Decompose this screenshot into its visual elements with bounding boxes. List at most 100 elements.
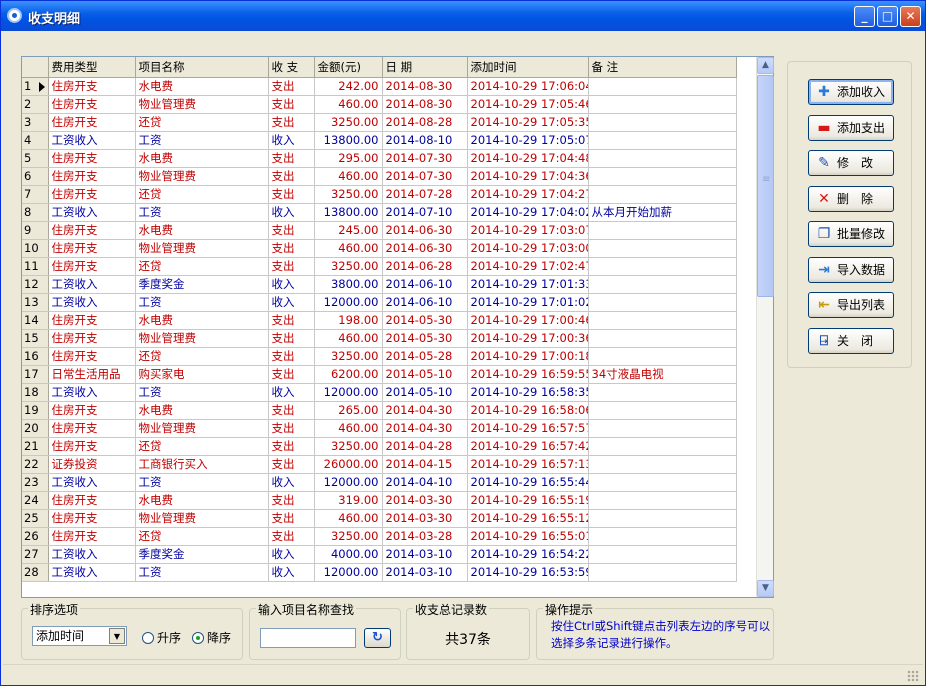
row-number[interactable]: 25 [22,509,49,528]
search-button[interactable]: ↻ [364,628,391,648]
cell-direction: 支出 [268,491,315,510]
cell-item: 水电费 [135,77,269,96]
row-number[interactable]: 16 [22,347,49,366]
row-number[interactable]: 10 [22,239,49,258]
row-number[interactable]: 7 [22,185,49,204]
title-bar[interactable]: 收支明细 _ □ ✕ [1,1,925,31]
table-row[interactable]: 20 住房开支 物业管理费 支出 460.00 2014-04-30 2014-10-29 … [22,419,737,438]
table-row[interactable]: 7 住房开支 还贷 支出 3250.00 2014-07-28 2014-10-29 17:… [22,185,737,204]
cell-direction: 收入 [268,275,315,294]
table-row[interactable]: 19 住房开支 水电费 支出 265.00 2014-04-30 2014-10-29 16… [22,401,737,420]
column-header[interactable]: 金额(元) [314,57,383,78]
table-row[interactable]: 2 住房开支 物业管理费 支出 460.00 2014-08-30 2014-10-29 1… [22,95,737,114]
row-number[interactable]: 13 [22,293,49,312]
row-number[interactable]: 19 [22,401,49,420]
table-row[interactable]: 27 工资收入 季度奖金 收入 4000.00 2014-03-10 2014-10-29 … [22,545,737,564]
cell-note [588,185,737,204]
table-row[interactable]: 28 工资收入 工资 收入 12000.00 2014-03-10 2014-10-29 1… [22,563,737,582]
add-income-button[interactable]: ✚ 添加收入 [808,79,894,105]
column-header[interactable]: 收 支 [268,57,315,78]
table-row[interactable]: 11 住房开支 还贷 支出 3250.00 2014-06-28 2014-10-29 17… [22,257,737,276]
sort-asc-radio[interactable]: 升序 [142,629,181,646]
table-row[interactable]: 16 住房开支 还贷 支出 3250.00 2014-05-28 2014-10-29 17… [22,347,737,366]
table-row[interactable]: 13 工资收入 工资 收入 12000.00 2014-06-10 2014-10-29 1… [22,293,737,312]
table-row[interactable]: 3 住房开支 还贷 支出 3250.00 2014-08-28 2014-10-29 17:… [22,113,737,132]
row-number[interactable]: 24 [22,491,49,510]
table-row[interactable]: 9 住房开支 水电费 支出 245.00 2014-06-30 2014-10-29 17:… [22,221,737,240]
scroll-thumb[interactable] [757,75,774,297]
resize-grip-icon[interactable] [907,670,919,682]
table-row[interactable]: 8 工资收入 工资 收入 13800.00 2014-07-10 2014-10-29 17… [22,203,737,222]
column-header[interactable]: 费用类型 [48,57,136,78]
row-number[interactable]: 23 [22,473,49,492]
row-number[interactable]: 8 [22,203,49,222]
row-number[interactable]: 1 [22,77,49,96]
table-row[interactable]: 23 工资收入 工资 收入 12000.00 2014-04-10 2014-10-29 1… [22,473,737,492]
search-input[interactable] [260,628,356,648]
row-number[interactable]: 2 [22,95,49,114]
row-number[interactable]: 3 [22,113,49,132]
table-row[interactable]: 26 住房开支 还贷 支出 3250.00 2014-03-28 2014-10-29 16… [22,527,737,546]
table-row[interactable]: 17 日常生活用品 购买家电 支出 6200.00 2014-05-10 2014-10-2… [22,365,737,384]
edit-button[interactable]: ✎ 修 改 [808,150,894,176]
cell-note [588,419,737,438]
cell-type: 住房开支 [48,437,136,456]
sort-field-select[interactable]: 添加时间 ▼ [32,626,127,646]
minimize-button[interactable]: _ [854,6,875,27]
table-row[interactable]: 14 住房开支 水电费 支出 198.00 2014-05-30 2014-10-29 17… [22,311,737,330]
vertical-scrollbar[interactable]: ▲ ▼ [756,57,774,597]
add-expense-button[interactable]: ▬ 添加支出 [808,115,894,141]
table-row[interactable]: 25 住房开支 物业管理费 支出 460.00 2014-03-30 2014-10-29 … [22,509,737,528]
row-number[interactable]: 14 [22,311,49,330]
row-number[interactable]: 15 [22,329,49,348]
export-button[interactable]: ⇤ 导出列表 [808,292,894,318]
row-number[interactable]: 12 [22,275,49,294]
close-button[interactable]: ⍈ 关 闭 [808,328,894,354]
row-number[interactable]: 28 [22,563,49,582]
table-row[interactable]: 12 工资收入 季度奖金 收入 3800.00 2014-06-10 2014-10-29 … [22,275,737,294]
sort-field-value: 添加时间 [36,629,85,643]
table-row[interactable]: 22 证券投资 工商银行买入 支出 26000.00 2014-04-15 2014-10-… [22,455,737,474]
cell-added: 2014-10-29 17:04:48 [467,149,589,168]
table-row[interactable]: 15 住房开支 物业管理费 支出 460.00 2014-05-30 2014-10-29 … [22,329,737,348]
column-header[interactable]: 备 注 [588,57,737,78]
table-row[interactable]: 5 住房开支 水电费 支出 295.00 2014-07-30 2014-10-29 17:… [22,149,737,168]
cell-amount: 265.00 [314,401,383,420]
scroll-down-button[interactable]: ▼ [757,580,774,597]
table-row[interactable]: 4 工资收入 工资 收入 13800.00 2014-08-10 2014-10-29 17… [22,131,737,150]
dropdown-arrow-icon[interactable]: ▼ [109,628,125,644]
row-number[interactable]: 4 [22,131,49,150]
table-row[interactable]: 1 住房开支 水电费 支出 242.00 2014-08-30 2014-10-29 17:… [22,77,737,96]
row-number[interactable]: 21 [22,437,49,456]
table-row[interactable]: 18 工资收入 工资 收入 12000.00 2014-05-10 2014-10-29 1… [22,383,737,402]
maximize-button[interactable]: □ [877,6,898,27]
table-row[interactable]: 21 住房开支 还贷 支出 3250.00 2014-04-28 2014-10-29 16… [22,437,737,456]
table-row[interactable]: 10 住房开支 物业管理费 支出 460.00 2014-06-30 2014-10-29 … [22,239,737,258]
row-number[interactable]: 26 [22,527,49,546]
batch-edit-button[interactable]: ❐ 批量修改 [808,221,894,247]
delete-button[interactable]: ✕ 删 除 [808,186,894,212]
table-row[interactable]: 6 住房开支 物业管理费 支出 460.00 2014-07-30 2014-10-29 1… [22,167,737,186]
row-number[interactable]: 20 [22,419,49,438]
row-number[interactable]: 18 [22,383,49,402]
column-header[interactable]: 项目名称 [135,57,269,78]
column-header[interactable]: 日 期 [382,57,468,78]
row-number[interactable]: 6 [22,167,49,186]
row-number[interactable]: 17 [22,365,49,384]
row-number[interactable]: 9 [22,221,49,240]
cell-note [588,275,737,294]
sort-desc-radio[interactable]: 降序 [192,629,231,646]
records-grid[interactable]: 费用类型 项目名称收 支金额(元) 日 期添加时间备 注 1 住房开支 水电费 支出 242… [21,56,774,598]
column-header[interactable]: 添加时间 [467,57,589,78]
row-number[interactable]: 27 [22,545,49,564]
scroll-up-button[interactable]: ▲ [757,57,774,74]
import-button[interactable]: ⇥ 导入数据 [808,257,894,283]
cell-item: 工资 [135,203,269,222]
close-window-button[interactable]: ✕ [900,6,921,27]
column-header[interactable] [22,57,49,78]
row-number[interactable]: 22 [22,455,49,474]
row-number[interactable]: 11 [22,257,49,276]
table-row[interactable]: 24 住房开支 水电费 支出 319.00 2014-03-30 2014-10-29 16… [22,491,737,510]
cell-item: 季度奖金 [135,275,269,294]
row-number[interactable]: 5 [22,149,49,168]
